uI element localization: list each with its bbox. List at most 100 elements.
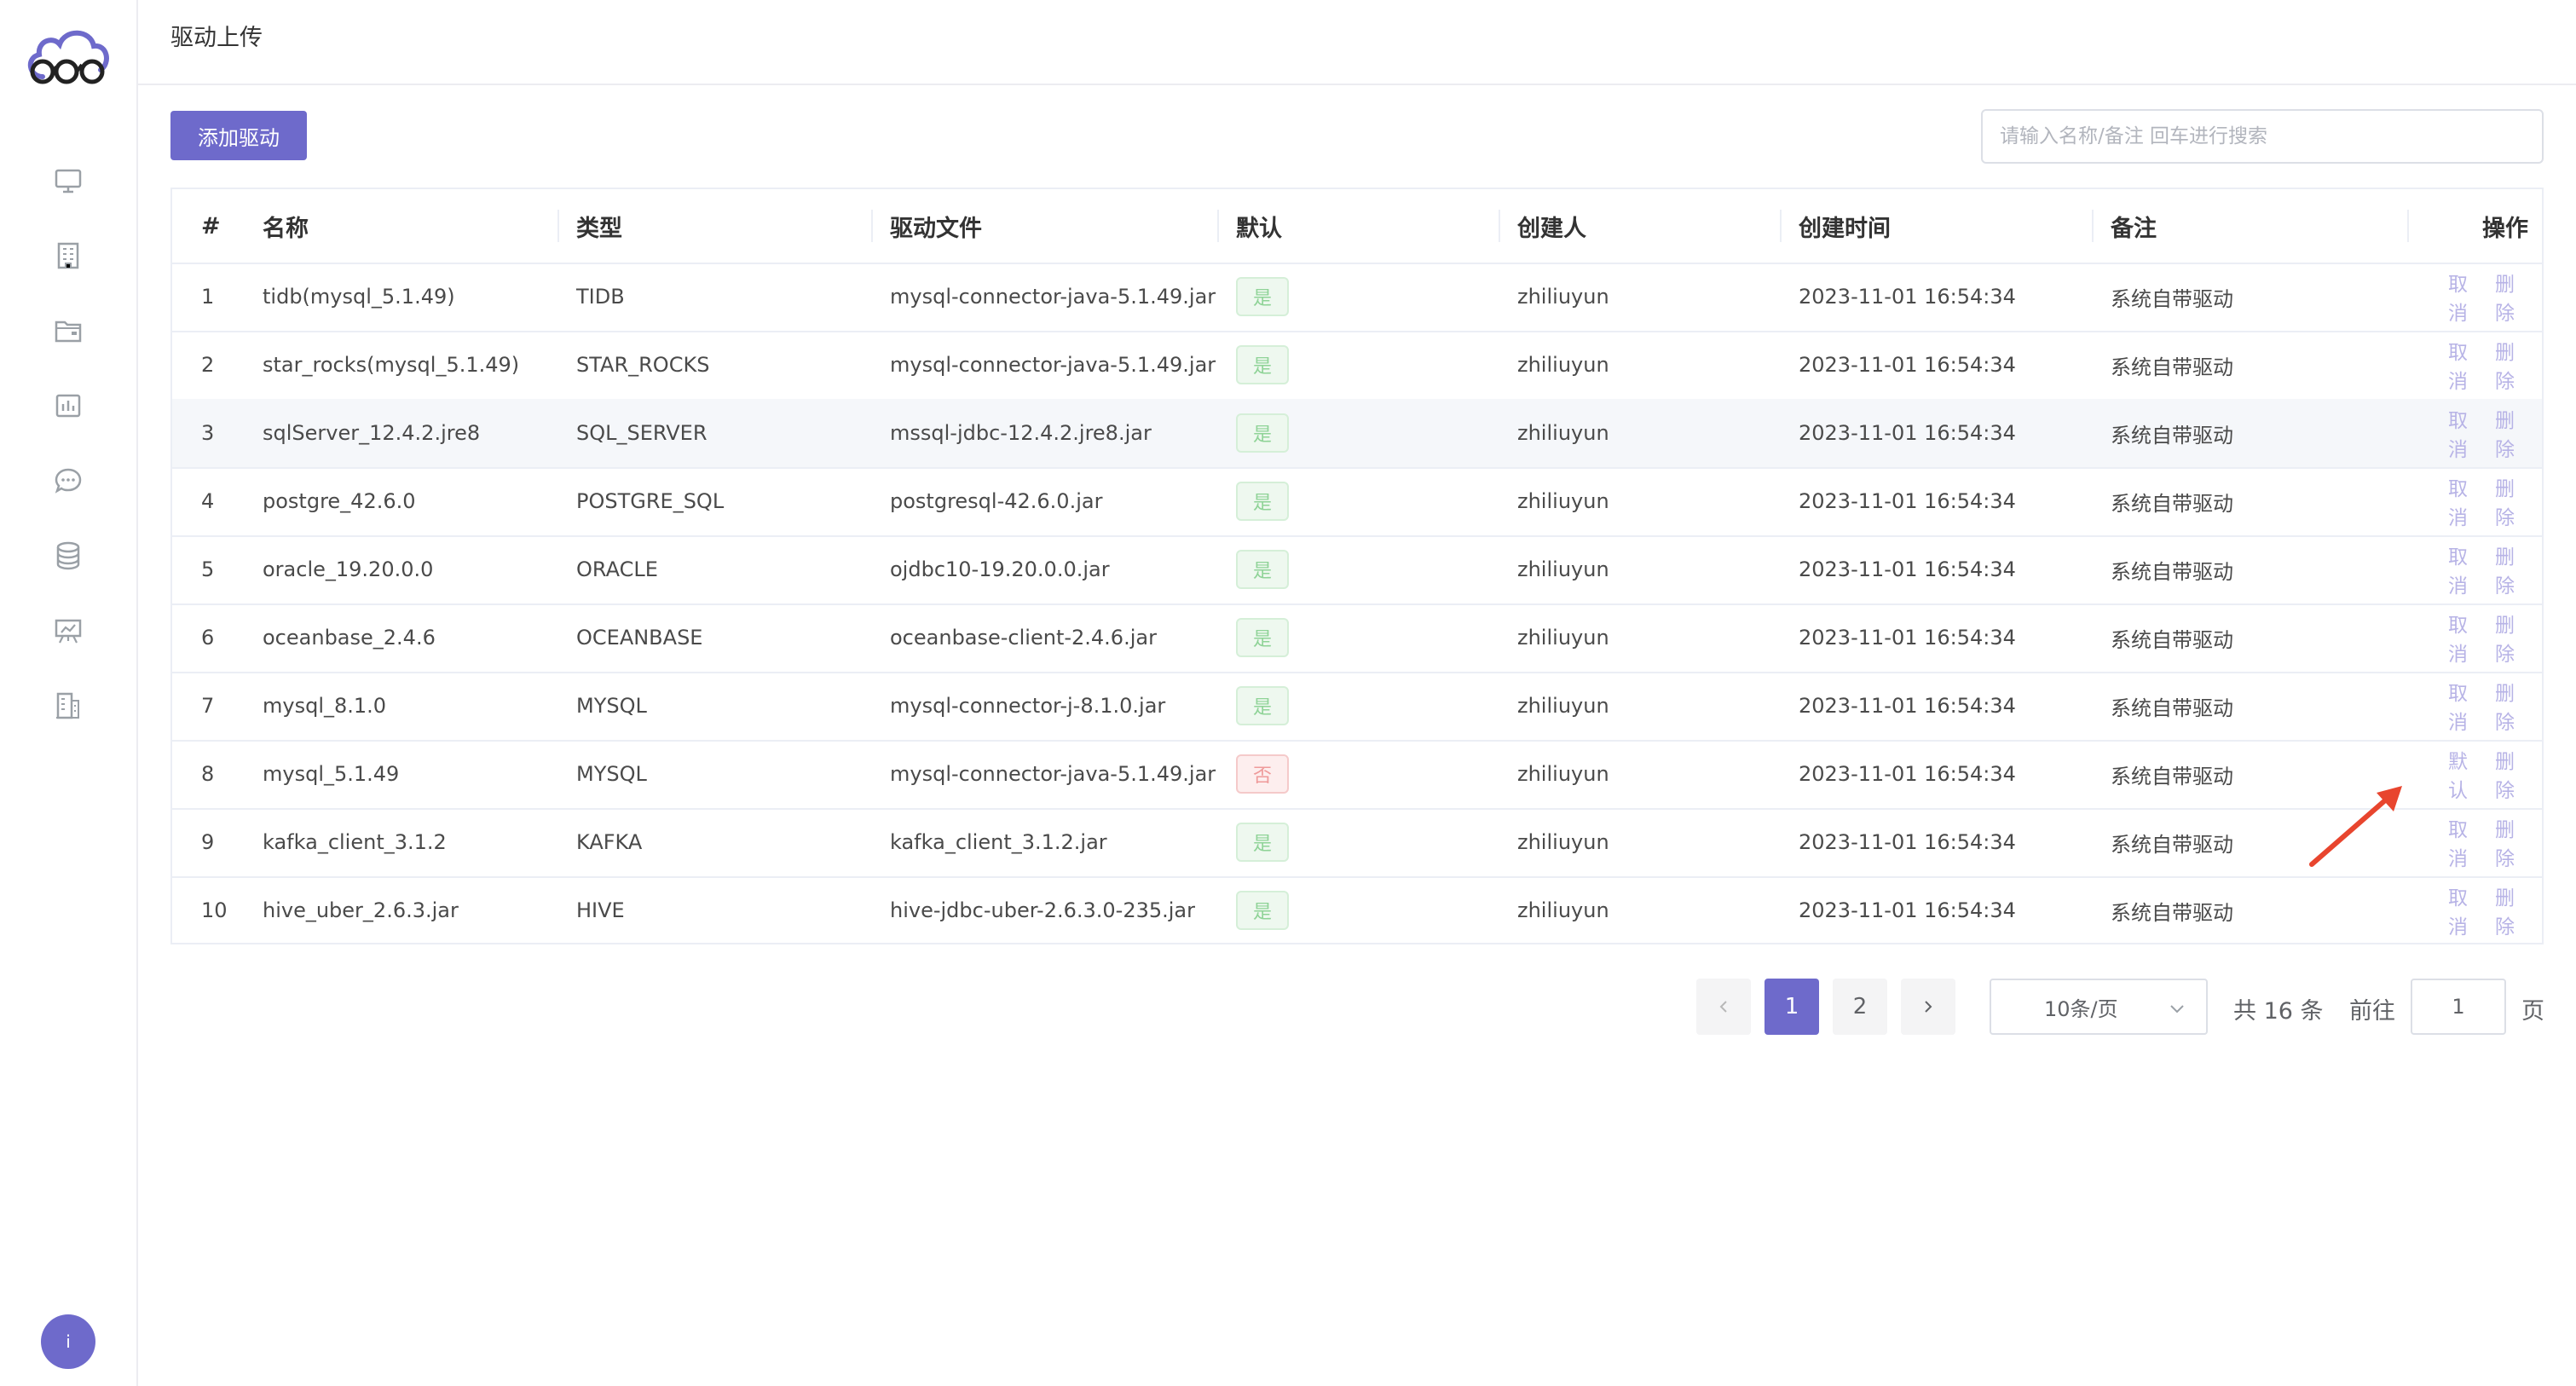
creator: zhiliuyun bbox=[1517, 830, 1609, 854]
creator: zhiliuyun bbox=[1517, 898, 1609, 922]
driver-type: POSTGRE_SQL bbox=[576, 489, 725, 513]
cancel-default-link[interactable]: 取消 bbox=[2448, 881, 2475, 939]
default-badge: 是 bbox=[1236, 686, 1289, 725]
column-separator bbox=[2407, 210, 2409, 242]
prev-page-button[interactable] bbox=[1696, 979, 1751, 1035]
next-page-button[interactable] bbox=[1901, 979, 1955, 1035]
driver-name: mysql_5.1.49 bbox=[263, 762, 400, 786]
avatar[interactable]: i bbox=[41, 1314, 95, 1369]
row-index: 8 bbox=[201, 762, 215, 786]
default-cell: 是 bbox=[1236, 603, 1289, 672]
driver-name: tidb(mysql_5.1.49) bbox=[263, 285, 455, 309]
driver-file: hive-jdbc-uber-2.6.3.0-235.jar bbox=[890, 898, 1196, 922]
creator: zhiliuyun bbox=[1517, 626, 1609, 650]
cancel-default-link[interactable]: 取消 bbox=[2448, 472, 2475, 530]
default-cell: 是 bbox=[1236, 672, 1289, 740]
default-badge: 是 bbox=[1236, 618, 1289, 657]
chat-icon[interactable] bbox=[49, 462, 87, 500]
delete-link[interactable]: 删除 bbox=[2495, 745, 2521, 803]
driver-type: ORACLE bbox=[576, 557, 658, 581]
driver-table: # 名称 类型 驱动文件 默认 创建人 创建时间 备注 操作 1 tidb(mys… bbox=[170, 188, 2544, 944]
page-title: 驱动上传 bbox=[170, 25, 263, 51]
table-row[interactable]: 6 oceanbase_2.4.6 OCEANBASE oceanbase-clien… bbox=[172, 603, 2542, 673]
default-cell: 是 bbox=[1236, 467, 1289, 535]
column-separator bbox=[1780, 210, 1782, 242]
default-cell: 是 bbox=[1236, 399, 1289, 467]
cancel-default-link[interactable]: 取消 bbox=[2448, 609, 2475, 667]
row-index: 10 bbox=[201, 898, 228, 922]
page-button-1[interactable]: 1 bbox=[1765, 979, 1819, 1035]
table-row[interactable]: 7 mysql_8.1.0 MYSQL mysql-connector-j-8.1.0… bbox=[172, 672, 2542, 742]
table-row[interactable]: 8 mysql_5.1.49 MYSQL mysql-connector-java-5… bbox=[172, 740, 2542, 810]
note: 系统自带驱动 bbox=[2111, 832, 2233, 857]
driver-name: hive_uber_2.6.3.jar bbox=[263, 898, 459, 922]
driver-file: kafka_client_3.1.2.jar bbox=[890, 830, 1107, 854]
row-index: 4 bbox=[201, 489, 215, 513]
database-icon[interactable] bbox=[49, 537, 87, 575]
column-separator bbox=[557, 210, 559, 242]
folder-icon[interactable] bbox=[49, 312, 87, 349]
search-input[interactable] bbox=[1981, 109, 2544, 164]
page-size-select[interactable]: 10条/页 bbox=[1990, 979, 2208, 1035]
logo-icon[interactable] bbox=[24, 24, 113, 89]
table-row[interactable]: 10 hive_uber_2.6.3.jar HIVE hive-jdbc-uber-… bbox=[172, 876, 2542, 944]
delete-link[interactable]: 删除 bbox=[2495, 472, 2521, 530]
chevron-down-icon bbox=[2170, 1005, 2184, 1014]
cancel-default-link[interactable]: 取消 bbox=[2448, 268, 2475, 326]
delete-link[interactable]: 删除 bbox=[2495, 540, 2521, 598]
cancel-default-link[interactable]: 取消 bbox=[2448, 336, 2475, 394]
monitor-icon[interactable] bbox=[49, 162, 87, 199]
goto-page-input[interactable] bbox=[2411, 979, 2506, 1035]
delete-link[interactable]: 删除 bbox=[2495, 336, 2521, 394]
table-row[interactable]: 3 sqlServer_12.4.2.jre8 SQL_SERVER mssql-jd… bbox=[172, 399, 2542, 469]
driver-file: mysql-connector-java-5.1.49.jar bbox=[890, 285, 1216, 309]
creator: zhiliuyun bbox=[1517, 421, 1609, 445]
delete-link[interactable]: 删除 bbox=[2495, 609, 2521, 667]
table-row[interactable]: 9 kafka_client_3.1.2 KAFKA kafka_client_3.1… bbox=[172, 808, 2542, 878]
driver-name: oceanbase_2.4.6 bbox=[263, 626, 436, 650]
default-badge: 是 bbox=[1236, 550, 1289, 589]
delete-link[interactable]: 删除 bbox=[2495, 404, 2521, 462]
row-index: 1 bbox=[201, 285, 215, 309]
set-default-link[interactable]: 默认 bbox=[2448, 745, 2475, 803]
delete-link[interactable]: 删除 bbox=[2495, 881, 2521, 939]
table-row[interactable]: 4 postgre_42.6.0 POSTGRE_SQL postgresql-42.… bbox=[172, 467, 2542, 537]
row-index: 2 bbox=[201, 353, 215, 377]
driver-type: MYSQL bbox=[576, 694, 647, 718]
created-time: 2023-11-01 16:54:34 bbox=[1799, 694, 2016, 718]
page-size-value: 10条/页 bbox=[2044, 996, 2118, 1021]
note: 系统自带驱动 bbox=[2111, 764, 2233, 788]
created-time: 2023-11-01 16:54:34 bbox=[1799, 353, 2016, 377]
row-index: 7 bbox=[201, 694, 215, 718]
table-row[interactable]: 1 tidb(mysql_5.1.49) TIDB mysql-connector-j… bbox=[172, 263, 2542, 332]
goto-label: 前往 bbox=[2349, 998, 2395, 1025]
delete-link[interactable]: 删除 bbox=[2495, 813, 2521, 871]
building-icon[interactable] bbox=[49, 237, 87, 274]
cancel-default-link[interactable]: 取消 bbox=[2448, 813, 2475, 871]
office-icon[interactable] bbox=[49, 687, 87, 725]
created-time: 2023-11-01 16:54:34 bbox=[1799, 489, 2016, 513]
header: 驱动上传 bbox=[138, 0, 2576, 85]
default-cell: 是 bbox=[1236, 876, 1289, 944]
page-button-2[interactable]: 2 bbox=[1833, 979, 1887, 1035]
add-driver-button[interactable]: 添加驱动 bbox=[170, 111, 307, 160]
driver-type: KAFKA bbox=[576, 830, 643, 854]
created-time: 2023-11-01 16:54:34 bbox=[1799, 557, 2016, 581]
table-row[interactable]: 2 star_rocks(mysql_5.1.49) STAR_ROCKS mysql… bbox=[172, 331, 2542, 401]
presentation-icon[interactable] bbox=[49, 612, 87, 650]
column-separator bbox=[1217, 210, 1219, 242]
chart-icon[interactable] bbox=[49, 387, 87, 424]
cancel-default-link[interactable]: 取消 bbox=[2448, 404, 2475, 462]
chevron-left-icon bbox=[1719, 1001, 1727, 1013]
cancel-default-link[interactable]: 取消 bbox=[2448, 677, 2475, 735]
delete-link[interactable]: 删除 bbox=[2495, 268, 2521, 326]
note: 系统自带驱动 bbox=[2111, 900, 2233, 925]
driver-type: OCEANBASE bbox=[576, 626, 703, 650]
cancel-default-link[interactable]: 取消 bbox=[2448, 540, 2475, 598]
driver-type: TIDB bbox=[576, 285, 625, 309]
column-header-index: # bbox=[201, 212, 221, 240]
table-row[interactable]: 5 oracle_19.20.0.0 ORACLE ojdbc10-19.20.0.0… bbox=[172, 535, 2542, 605]
default-badge: 是 bbox=[1236, 413, 1289, 453]
note: 系统自带驱动 bbox=[2111, 423, 2233, 448]
delete-link[interactable]: 删除 bbox=[2495, 677, 2521, 735]
